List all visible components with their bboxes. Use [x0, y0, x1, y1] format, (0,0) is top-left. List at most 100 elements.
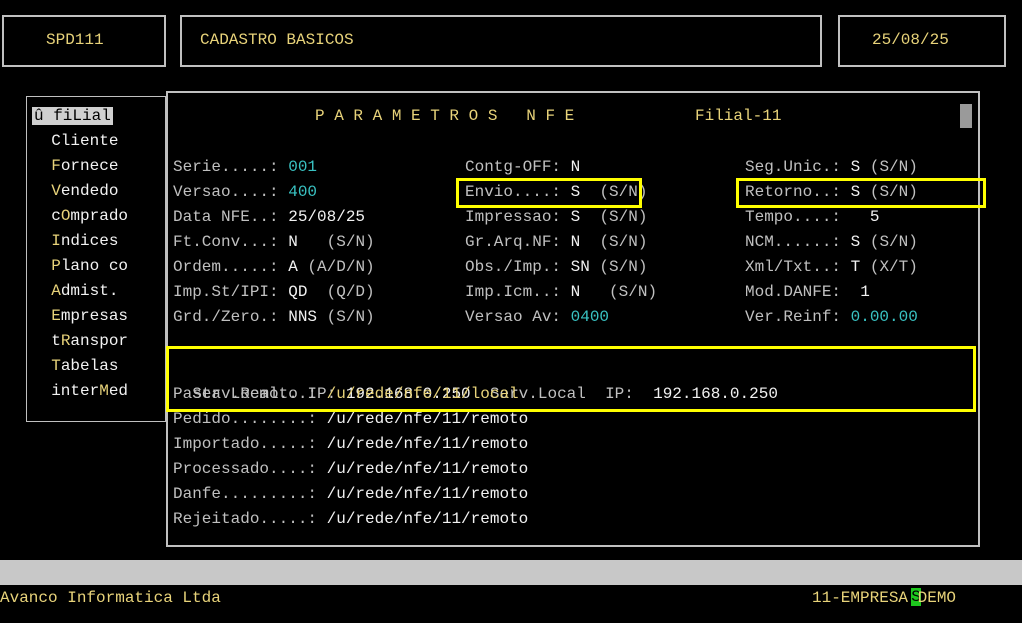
param-row: Gr.Arq.NF: N (S/N) [465, 230, 657, 255]
param-value[interactable]: N [571, 158, 581, 176]
path-row: Rejeitado.....: /u/rede/nfe/11/remoto [173, 507, 528, 532]
path-value[interactable]: /u/rede/nfe/11/remoto [327, 460, 529, 478]
param-value[interactable]: N [288, 233, 298, 251]
param-label: Gr.Arq.NF: [465, 233, 571, 251]
param-value[interactable]: S [571, 208, 581, 226]
path-row: Danfe.........: /u/rede/nfe/11/remoto [173, 482, 528, 507]
param-value[interactable]: QD [288, 283, 307, 301]
menu-item[interactable]: Cliente [32, 129, 162, 154]
param-label: Impressao: [465, 208, 571, 226]
param-label: Imp.Icm..: [465, 283, 571, 301]
param-row: Xml/Txt..: T (X/T) [745, 255, 918, 280]
screen-title: CADASTRO BASICOS [200, 31, 354, 49]
param-options: (S/N) [297, 233, 375, 251]
path-value[interactable]: /u/rede/nfe/11/remoto [327, 485, 529, 503]
side-menu: û fiLial Cliente Fornece Vendedo cOmprad… [32, 104, 162, 404]
param-label: Mod.DANFE: [745, 283, 851, 301]
param-row: Ordem.....: A (A/D/N) [173, 255, 375, 280]
panel-title: P A R A M E T R O S N F E [315, 107, 575, 125]
param-label: Serie.....: [173, 158, 289, 176]
path-label: Rejeitado.....: [173, 510, 327, 528]
path-value[interactable]: /u/rede/nfe/11/remoto [327, 510, 529, 528]
param-value[interactable]: S [851, 158, 861, 176]
filial-label: Filial-11 [695, 107, 782, 125]
param-label: Seg.Unic.: [745, 158, 851, 176]
param-value[interactable]: T [851, 258, 861, 276]
param-value[interactable]: 5 [851, 208, 880, 226]
param-value[interactable]: 25/08/25 [288, 208, 365, 226]
param-row: Data NFE..: 25/08/25 [173, 205, 375, 230]
param-options: (X/T) [860, 258, 918, 276]
path-label: Processado....: [173, 460, 327, 478]
param-options: (S/N) [580, 208, 648, 226]
path-value[interactable]: /u/rede/nfe/11/remoto [327, 435, 529, 453]
param-label: Grd./Zero.: [173, 308, 289, 326]
param-row: Obs./Imp.: SN (S/N) [465, 255, 657, 280]
menu-item[interactable]: Indices [32, 229, 162, 254]
param-row: Imp.Icm..: N (S/N) [465, 280, 657, 305]
param-row: Impressao: S (S/N) [465, 205, 657, 230]
param-label: Ordem.....: [173, 258, 289, 276]
param-options: (S/N) [860, 233, 918, 251]
param-value[interactable]: NNS [288, 308, 317, 326]
menu-item[interactable]: û fiLial [32, 104, 162, 129]
menu-item[interactable]: cOmprado [32, 204, 162, 229]
param-value[interactable]: 400 [288, 183, 317, 201]
param-row: Seg.Unic.: S (S/N) [745, 155, 918, 180]
param-options: (S/N) [580, 283, 658, 301]
menu-item[interactable]: tRanspor [32, 329, 162, 354]
param-row: Mod.DANFE: 1 [745, 280, 918, 305]
param-options: (S/N) [580, 233, 648, 251]
path-row: Processado....: /u/rede/nfe/11/remoto [173, 457, 528, 482]
menu-item[interactable]: Admist. [32, 279, 162, 304]
param-label: Ft.Conv...: [173, 233, 289, 251]
menu-item[interactable]: Vendedo [32, 179, 162, 204]
path-row: Importado.....: /u/rede/nfe/11/remoto [173, 432, 528, 457]
param-label: Ver.Reinf: [745, 308, 851, 326]
param-label: NCM......: [745, 233, 851, 251]
param-label: Xml/Txt..: [745, 258, 851, 276]
path-label: Danfe.........: [173, 485, 327, 503]
program-code: SPD111 [46, 31, 104, 49]
param-row: Serie.....: 001 [173, 155, 375, 180]
menu-item[interactable]: Fornece [32, 154, 162, 179]
highlight-server-local [166, 346, 976, 412]
param-value[interactable]: SN [571, 258, 590, 276]
param-row: Grd./Zero.: NNS (S/N) [173, 305, 375, 330]
param-options: (A/D/N) [297, 258, 375, 276]
param-options: (S/N) [589, 258, 648, 276]
param-label: Obs./Imp.: [465, 258, 571, 276]
param-value[interactable]: N [571, 283, 581, 301]
path-value[interactable]: /u/rede/nfe/11/remoto [327, 410, 529, 428]
param-row: Contg-OFF: N [465, 155, 657, 180]
param-options: (S/N) [317, 308, 375, 326]
param-label: Contg-OFF: [465, 158, 571, 176]
param-row: NCM......: S (S/N) [745, 230, 918, 255]
param-row: Versao....: 400 [173, 180, 375, 205]
param-label: Data NFE..: [173, 208, 289, 226]
highlight-retorno [736, 178, 986, 208]
param-row: Imp.St/IPI: QD (Q/D) [173, 280, 375, 305]
company-name: Avanco Informatica Ltda [0, 589, 221, 607]
path-label: Pedido........: [173, 410, 327, 428]
param-label: Versao....: [173, 183, 289, 201]
param-row: Ver.Reinf: 0.00.00 [745, 305, 918, 330]
param-value[interactable]: A [288, 258, 298, 276]
menu-item[interactable]: interMed [32, 379, 162, 404]
menu-list: û fiLial Cliente Fornece Vendedo cOmprad… [32, 104, 162, 404]
param-row: Versao Av: 0400 [465, 305, 657, 330]
header-date: 25/08/25 [872, 31, 949, 49]
param-value[interactable]: 0.00.00 [851, 308, 918, 326]
param-value[interactable]: 001 [288, 158, 317, 176]
scrollbar-thumb[interactable] [960, 104, 972, 128]
param-value[interactable]: 0400 [571, 308, 609, 326]
param-value[interactable]: S [851, 233, 861, 251]
menu-item[interactable]: Plano co [32, 254, 162, 279]
param-label: Imp.St/IPI: [173, 283, 289, 301]
path-label: Importado.....: [173, 435, 327, 453]
param-value[interactable]: N [571, 233, 581, 251]
param-value[interactable]: 1 [851, 283, 870, 301]
highlight-envio [456, 178, 642, 208]
menu-item[interactable]: Empresas [32, 304, 162, 329]
menu-item[interactable]: Tabelas [32, 354, 162, 379]
